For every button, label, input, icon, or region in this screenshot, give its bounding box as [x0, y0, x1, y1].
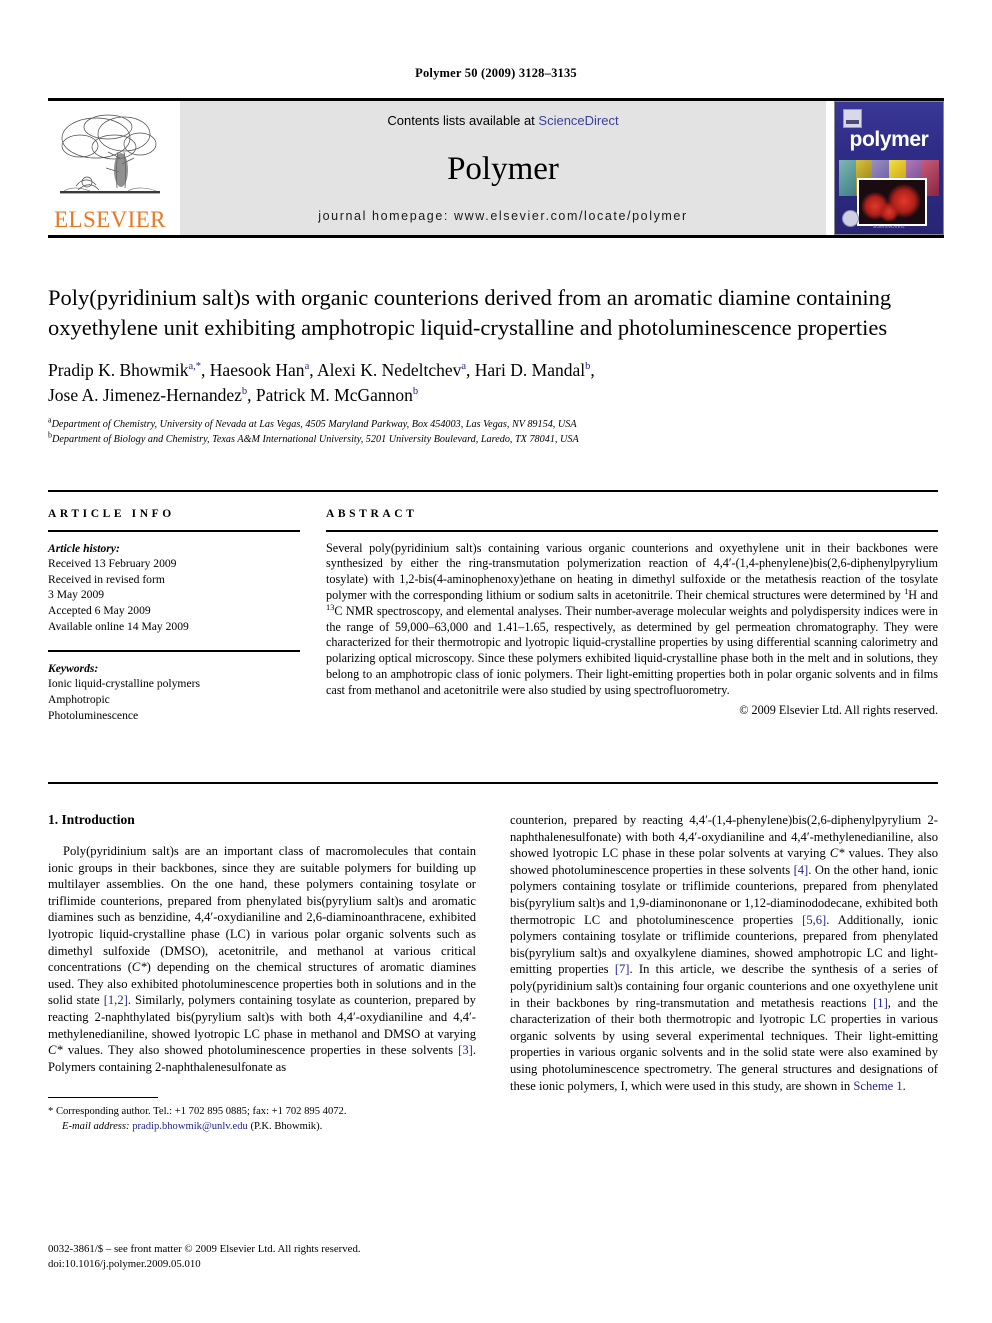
intro-left-d: values. They also showed photoluminescen… [62, 1043, 459, 1058]
keywords-rule [48, 650, 300, 652]
masthead-bottom-rule [48, 235, 944, 238]
author-affiliation-mark[interactable]: a,* [189, 361, 202, 372]
author-item: Haesook Hana, [209, 360, 318, 380]
running-head: Polymer 50 (2009) 3128–3135 [415, 66, 577, 80]
author-item: Patrick M. McGannonb [255, 385, 419, 405]
journal-homepage-link[interactable]: journal homepage: www.elsevier.com/locat… [318, 209, 688, 223]
keyword-item: Amphotropic [48, 692, 110, 706]
body-column-right: counterion, prepared by reacting 4,4′-(1… [510, 812, 938, 1134]
citation-link[interactable]: [5,6] [802, 913, 826, 927]
critical-concentration-symbol: C* [48, 1043, 63, 1058]
article-page: Polymer 50 (2009) 3128–3135 ELSEVIER Con… [0, 0, 992, 1323]
abstract-copyright: © 2009 Elsevier Ltd. All rights reserved… [739, 702, 938, 717]
critical-concentration-symbol: C* [131, 960, 147, 975]
author-affiliation-mark[interactable]: a [461, 361, 466, 372]
info-abstract-region: ARTICLE INFO Article history: Received 1… [48, 508, 938, 723]
citation-link[interactable]: [4] [794, 863, 809, 877]
email-link[interactable]: pradip.bhowmik@unlv.edu [132, 1121, 248, 1132]
corresponding-author-footnote: * Corresponding author. Tel.: +1 702 895… [48, 1105, 476, 1134]
article-info-label: ARTICLE INFO [48, 508, 175, 520]
history-item: 3 May 2009 [48, 588, 105, 602]
elsevier-tree-icon [48, 105, 172, 208]
affiliation-item: bDepartment of Biology and Chemistry, Te… [48, 431, 938, 448]
info-bottom-rule [48, 782, 938, 784]
history-item: Received 13 February 2009 [48, 557, 177, 571]
footnote-contact-line: * Corresponding author. Tel.: +1 702 895… [48, 1106, 347, 1118]
author-affiliation-mark[interactable]: b [585, 361, 590, 372]
email-owner: (P.K. Bhowmik). [247, 1120, 323, 1132]
keywords-label: Keywords: [48, 661, 99, 675]
imprint-footer: 0032-3861/$ – see front matter © 2009 El… [48, 1242, 476, 1271]
abstract-rule [326, 530, 938, 532]
cover-inset-image [857, 178, 927, 226]
affiliation-text: Department of Biology and Chemistry, Tex… [52, 433, 579, 445]
body-columns: 1. Introduction Poly(pyridinium salt)s a… [48, 812, 938, 1134]
cover-footer-text: ScienceDirect [873, 224, 905, 229]
author-affiliation-mark[interactable]: a [305, 361, 310, 372]
body-column-left: 1. Introduction Poly(pyridinium salt)s a… [48, 812, 476, 1134]
author-item: Alexi K. Nedeltcheva, [317, 360, 475, 380]
email-address-label: E-mail address: [62, 1120, 130, 1132]
keyword-item: Photoluminescence [48, 708, 139, 722]
author-item: Jose A. Jimenez-Hernandezb, [48, 385, 256, 405]
author-list: Pradip K. Bhowmika,*, Haesook Hana, Alex… [48, 358, 938, 408]
cover-publisher-mark-icon [843, 109, 862, 128]
author-item: Hari D. Mandalb, [474, 360, 595, 380]
intro-left-a: Poly(pyridinium salt)s are an important … [48, 844, 476, 975]
elsevier-logo: ELSEVIER [48, 101, 172, 235]
author-affiliation-mark[interactable]: b [413, 386, 418, 397]
intro-paragraph-right: counterion, prepared by reacting 4,4′-(1… [510, 812, 938, 1094]
citation-link[interactable]: [3] [458, 1043, 473, 1057]
citation-link[interactable]: [7] [615, 962, 630, 976]
footnote-email-line: E-mail address: pradip.bhowmik@unlv.edu … [48, 1120, 476, 1135]
title-block: Poly(pyridinium salt)s with organic coun… [48, 283, 938, 447]
contents-box: Contents lists available at ScienceDirec… [180, 101, 826, 235]
issn-line: 0032-3861/$ – see front matter © 2009 El… [48, 1243, 361, 1255]
elsevier-wordmark: ELSEVIER [54, 207, 166, 232]
nmr-c-text: C NMR spectroscopy, [334, 603, 443, 618]
author-affiliation-mark[interactable]: b [242, 386, 247, 397]
introduction-heading: 1. Introduction [48, 812, 135, 827]
abstract-column: ABSTRACT Several poly(pyridinium salt)s … [326, 508, 938, 723]
sciencedirect-link[interactable]: ScienceDirect [538, 113, 618, 128]
nmr-h-text: H and [908, 587, 938, 602]
critical-concentration-symbol: C* [829, 846, 845, 861]
article-history: Article history: Received 13 February 20… [48, 541, 300, 635]
keyword-item: Ionic liquid-crystalline polymers [48, 677, 200, 691]
article-title: Poly(pyridinium salt)s with organic coun… [48, 285, 892, 340]
history-item: Accepted 6 May 2009 [48, 603, 151, 617]
citation-link[interactable]: [1,2] [104, 993, 128, 1007]
intro-right-g: . [902, 1078, 906, 1093]
article-info-rule [48, 530, 300, 532]
keywords-block: Keywords: Ionic liquid-crystalline polym… [48, 661, 300, 723]
doi-line[interactable]: doi:10.1016/j.polymer.2009.05.010 [48, 1257, 476, 1272]
affiliation-list: aDepartment of Chemistry, University of … [48, 416, 938, 448]
author-item: Pradip K. Bhowmika,*, [48, 360, 210, 380]
article-history-label: Article history: [48, 541, 120, 555]
abstract-text: Several poly(pyridinium salt)s containin… [326, 541, 938, 699]
history-item: Available online 14 May 2009 [48, 619, 189, 633]
citation-link[interactable]: [1] [873, 996, 888, 1010]
info-top-rule [48, 490, 938, 492]
journal-masthead: ELSEVIER Contents lists available at Sci… [48, 98, 944, 238]
history-item: Received in revised form [48, 572, 165, 586]
footnote-separator [48, 1097, 158, 1099]
contents-available-line: Contents lists available at ScienceDirec… [387, 113, 618, 128]
scheme-link[interactable]: Scheme 1 [853, 1079, 902, 1093]
affiliation-item: aDepartment of Chemistry, University of … [48, 416, 938, 433]
journal-title: Polymer [447, 151, 559, 187]
journal-cover-thumbnail[interactable]: polymer ScienceDirect [834, 101, 944, 235]
article-info-column: ARTICLE INFO Article history: Received 1… [48, 508, 300, 723]
affiliation-text: Department of Chemistry, University of N… [51, 419, 577, 430]
cover-journal-title: polymer [849, 128, 929, 151]
contents-prefix: Contents lists available at [387, 113, 539, 128]
abstract-label: ABSTRACT [326, 508, 418, 520]
intro-paragraph-left: Poly(pyridinium salt)s are an important … [48, 843, 476, 1075]
abstract-part-1: Several poly(pyridinium salt)s containin… [326, 540, 938, 602]
